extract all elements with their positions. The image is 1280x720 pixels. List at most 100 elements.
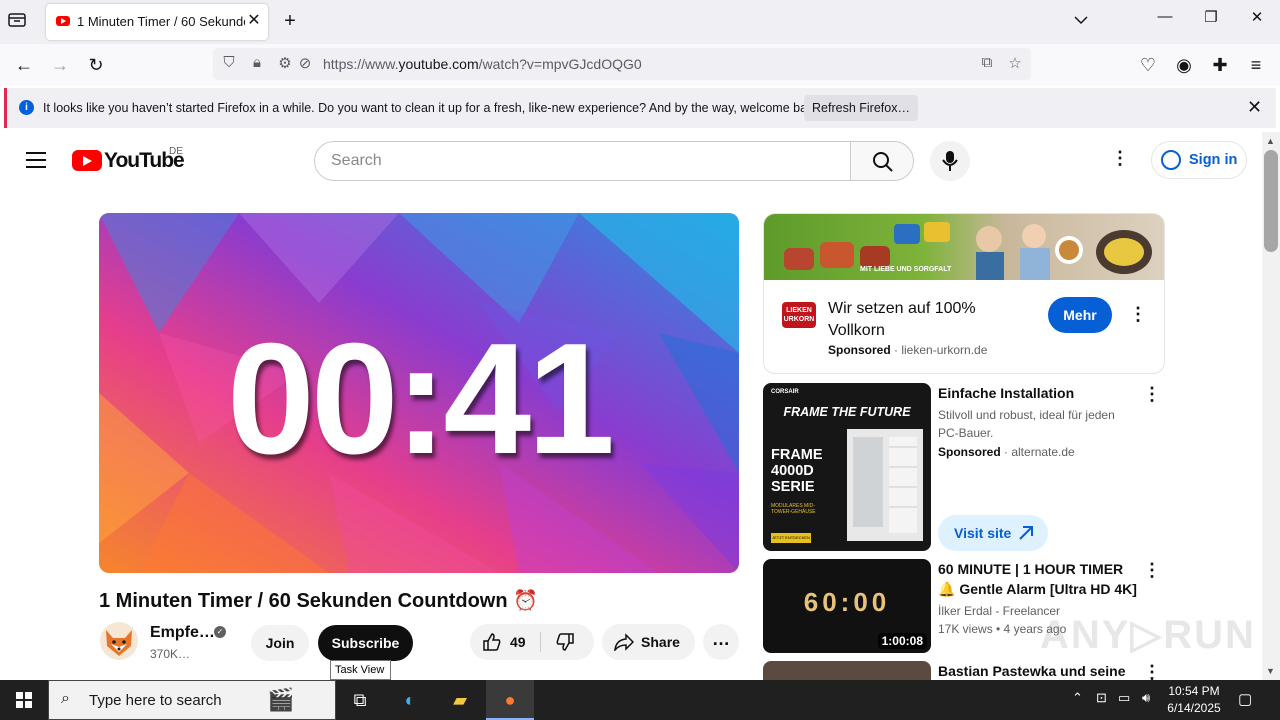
guide-menu-icon[interactable]	[26, 152, 46, 168]
taskbar-search-box[interactable]: ⌕ Type here to search 🎬	[48, 680, 336, 720]
clock-date: 6/14/2025	[1167, 701, 1221, 715]
sponsored-label: Sponsored	[828, 343, 891, 357]
autoplay-blocked-icon[interactable]: ⊘	[295, 54, 315, 72]
new-tab-button[interactable]: +	[280, 10, 300, 33]
system-clock[interactable]: 10:54 PM 6/14/2025	[1162, 683, 1226, 717]
video-player[interactable]: 00:41	[99, 213, 739, 573]
more-actions-icon[interactable]: …	[703, 624, 739, 660]
sidebar-title-1[interactable]: 60 MINUTE | 1 HOUR TIMER 🔔 Gentle Alarm …	[938, 559, 1143, 599]
window-close-icon[interactable]: ✕	[1242, 8, 1272, 26]
share-label: Share	[641, 634, 680, 650]
ad-kebab-icon[interactable]: ⋮	[1128, 304, 1148, 325]
address-bar[interactable]: ⛉ 🔒︎ ⚙ ⊘ https://www.youtube.com/watch?v…	[213, 48, 1031, 80]
bookmark-star-icon[interactable]: ☆	[1005, 54, 1025, 72]
account-circle-icon	[1161, 150, 1181, 170]
permissions-icon[interactable]: ⚙	[275, 54, 295, 72]
pc-case-graphic	[847, 429, 923, 541]
back-arrow-icon[interactable]: ←	[10, 52, 38, 78]
settings-kebab-icon[interactable]: ⋮	[1110, 148, 1130, 169]
youtube-logo-icon[interactable]	[72, 150, 102, 171]
voice-search-button[interactable]	[930, 141, 970, 181]
minimize-icon[interactable]: —	[1150, 8, 1180, 25]
ad-banner-image[interactable]: MIT LIEBE UND SORGFALT	[764, 214, 1164, 280]
account-icon[interactable]: ◉	[1170, 52, 1198, 78]
scroll-thumb[interactable]	[1264, 150, 1278, 252]
item-kebab-icon[interactable]: ⋮	[1142, 384, 1162, 405]
notification-message: It looks like you haven’t started Firefo…	[43, 101, 824, 115]
notification-close-icon[interactable]: ✕	[1247, 97, 1262, 118]
ad-title[interactable]: Wir setzen auf 100% Vollkorn	[828, 298, 998, 342]
ad-banner-text: MIT LIEBE UND SORGFALT	[860, 266, 952, 273]
scroll-up-icon[interactable]: ▲	[1266, 136, 1275, 146]
refresh-firefox-button[interactable]: Refresh Firefox…	[804, 95, 918, 121]
ad-sponsored-line: Sponsored · lieken-urkorn.de	[828, 343, 988, 357]
video-thumbnail-1[interactable]: 60:00 1:00:08	[763, 559, 931, 653]
windows-logo-icon	[16, 692, 32, 708]
app-menu-icon[interactable]: ≡	[1242, 52, 1270, 78]
sidebar-title-0[interactable]: Einfache Installation	[938, 383, 1138, 403]
network-icon[interactable]: ⊡	[1096, 690, 1107, 706]
share-button[interactable]: Share	[602, 624, 695, 660]
thumb-subtext: MODULARES MID-TOWER-GEHÄUSE	[771, 503, 816, 515]
picture-in-picture-icon[interactable]: ⧉	[977, 54, 997, 71]
share-icon	[614, 633, 634, 651]
thumb-headline: FRAME THE FUTURE	[783, 405, 911, 419]
search-button[interactable]	[850, 141, 914, 181]
list-all-tabs-chevron-icon[interactable]	[1074, 12, 1088, 28]
restore-icon[interactable]: ❐	[1196, 8, 1226, 26]
firefox-view-icon[interactable]	[8, 12, 30, 32]
tracking-shield-icon[interactable]: ⛉	[219, 54, 239, 71]
like-icon[interactable]	[482, 624, 502, 665]
visit-site-label: Visit site	[954, 525, 1012, 541]
edge-icon[interactable]: ◐	[386, 680, 434, 720]
task-view-icon[interactable]: ⧉	[336, 680, 384, 720]
volume-icon[interactable]: 🔊︎	[1142, 690, 1150, 706]
ad-banner-graphic	[784, 222, 1152, 280]
region-code: DE	[169, 146, 183, 157]
scroll-down-icon[interactable]: ▼	[1266, 666, 1275, 676]
thumb-product: FRAME 4000D SERIE	[771, 447, 823, 495]
channel-name[interactable]: Empfe…	[150, 624, 215, 642]
dislike-icon[interactable]	[555, 624, 575, 665]
show-hidden-icons-icon[interactable]: ⌃	[1072, 690, 1083, 706]
item-kebab-icon[interactable]: ⋮	[1142, 560, 1162, 581]
channel-avatar[interactable]	[100, 622, 138, 660]
join-button[interactable]: Join	[251, 625, 309, 661]
duration-badge: 1:00:08	[877, 633, 927, 649]
sponsored-ad-card[interactable]: MIT LIEBE UND SORGFALT LIEKEN URKORN Wir…	[763, 213, 1165, 374]
like-count[interactable]: 49	[510, 624, 526, 660]
sidebar-title-2[interactable]: Bastian Pastewka und seine	[938, 661, 1138, 680]
file-explorer-icon[interactable]: ▰	[436, 680, 484, 720]
video-thumbnail-2[interactable]	[763, 661, 931, 680]
extensions-icon[interactable]: ✚	[1206, 52, 1234, 78]
task-view-tooltip: Task View	[330, 660, 391, 680]
tab-close-icon[interactable]: ✕	[244, 11, 264, 31]
subscriber-count: 370K…	[150, 647, 191, 661]
monitor-icon[interactable]: ▭	[1118, 690, 1130, 706]
search-input[interactable]: Search	[314, 141, 851, 181]
url-text[interactable]: https://www.youtube.com/watch?v=mpvGJcdO…	[323, 56, 642, 72]
verified-check-icon: ✓	[214, 626, 226, 638]
youtube-favicon-icon	[56, 16, 70, 26]
info-icon: i	[19, 100, 34, 115]
active-tab[interactable]: 1 Minuten Timer / 60 Sekunden Countdown …	[46, 4, 268, 40]
notification-center-icon[interactable]: ▢	[1238, 690, 1252, 708]
pocket-icon[interactable]: ♡	[1134, 52, 1162, 78]
search-icon	[873, 152, 893, 172]
item-kebab-icon[interactable]: ⋮	[1142, 662, 1162, 680]
corsair-ad-thumbnail[interactable]: CORSAIR FRAME THE FUTURE FRAME 4000D SER…	[763, 383, 931, 551]
firefox-refresh-notification: i It looks like you haven’t started Fire…	[4, 88, 1276, 128]
page-scrollbar[interactable]: ▲ ▼	[1262, 132, 1280, 680]
lock-icon[interactable]: 🔒︎	[247, 54, 267, 71]
visit-site-button[interactable]: Visit site	[938, 515, 1048, 551]
forward-arrow-icon[interactable]: →	[46, 52, 74, 78]
start-button[interactable]	[0, 680, 48, 720]
sidebar-sponsored-line: Sponsored · alternate.de	[938, 445, 1075, 459]
firefox-taskbar-icon[interactable]: ●	[486, 680, 534, 720]
ad-domain: lieken-urkorn.de	[901, 343, 988, 357]
sign-in-button[interactable]: Sign in	[1151, 141, 1247, 179]
subscribe-button[interactable]: Subscribe	[318, 625, 413, 661]
reload-icon[interactable]: ↻	[82, 52, 110, 78]
ad-cta-button[interactable]: Mehr	[1048, 297, 1112, 333]
search-highlight-icon: 🎬	[267, 687, 295, 712]
